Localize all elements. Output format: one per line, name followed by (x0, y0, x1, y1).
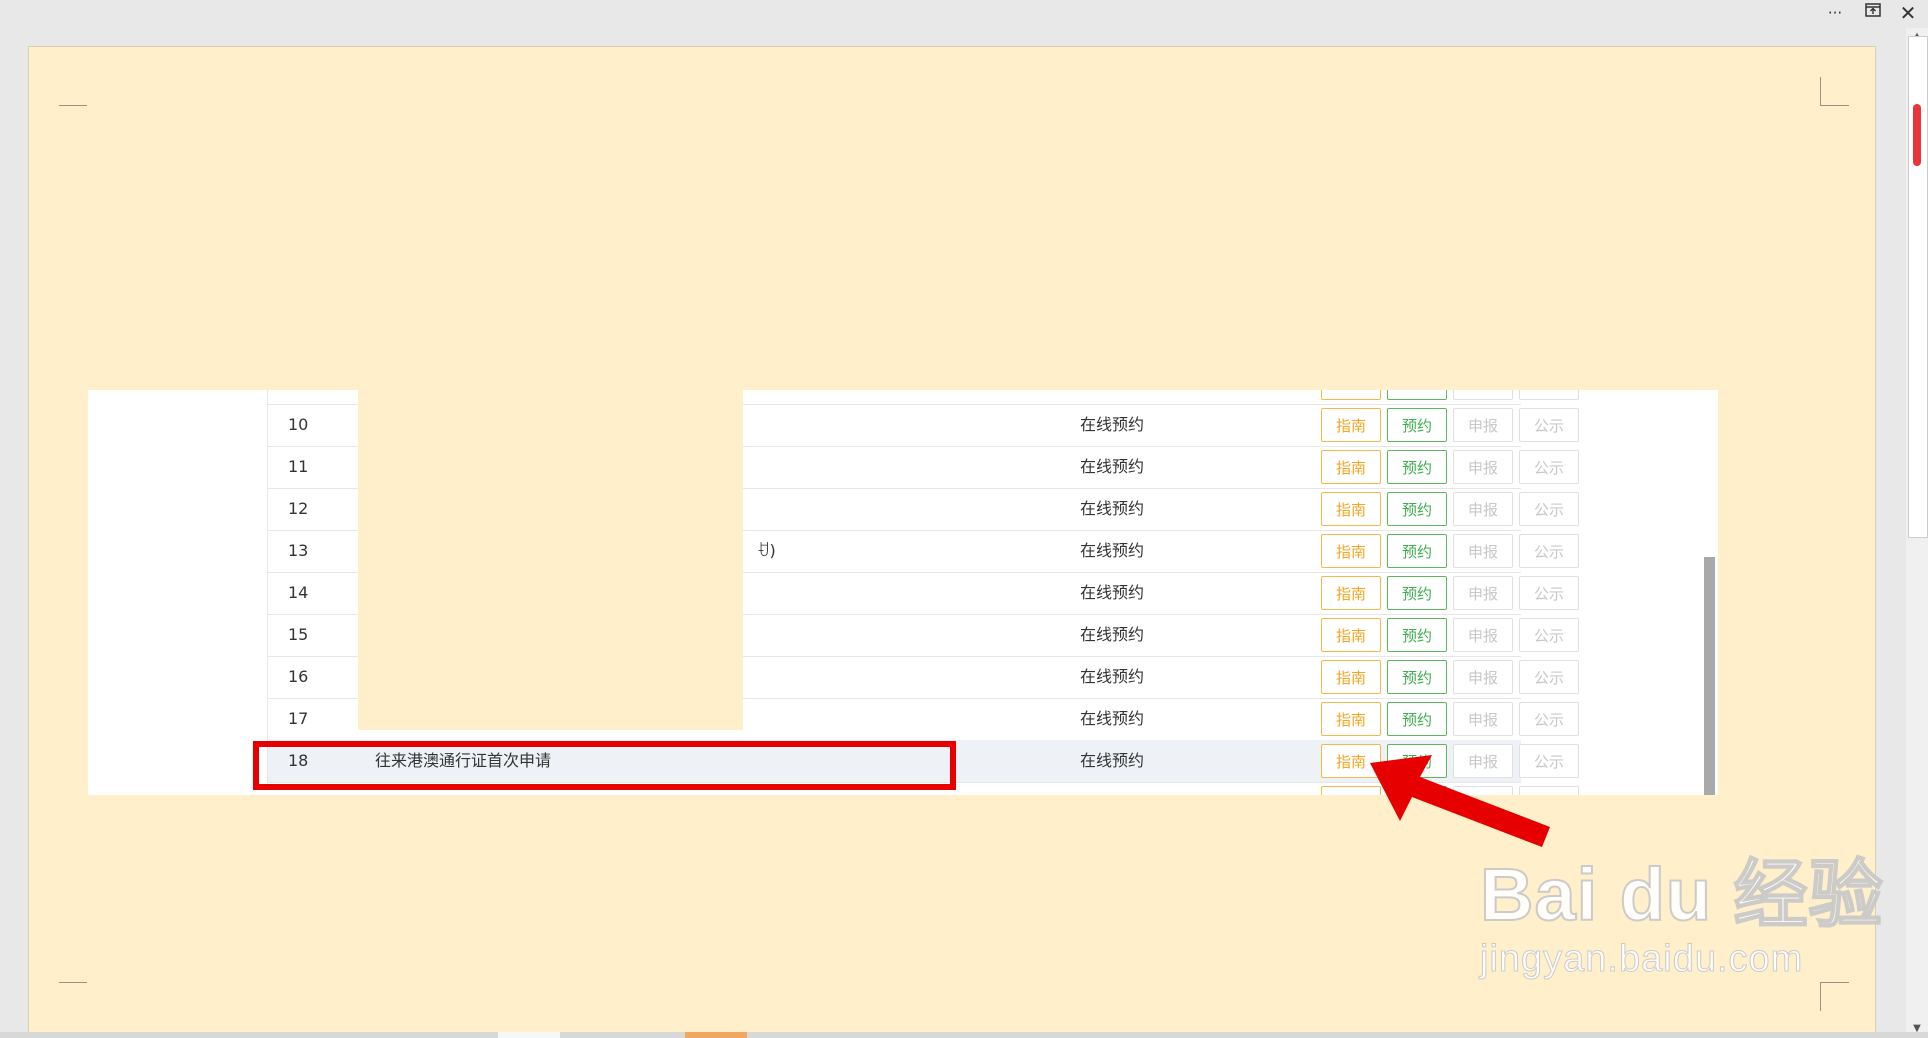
publicity-button: 公示 (1519, 576, 1579, 610)
inner-scrollbar-thumb[interactable] (1704, 557, 1715, 795)
book-button[interactable] (1387, 390, 1447, 400)
publicity-button: 公示 (1519, 534, 1579, 568)
row-number: 14 (267, 572, 355, 614)
row-status: 在线预约 (1079, 583, 1144, 602)
declare-button: 申报 (1453, 618, 1513, 652)
window-titlebar: ··· ✕ (0, 0, 1928, 46)
declare-button: 申报 (1453, 492, 1513, 526)
row-name: ꀀ) (757, 541, 776, 560)
guide-button[interactable]: 指南 (1321, 492, 1381, 526)
guide-button[interactable]: 指南 (1321, 576, 1381, 610)
hscroll-segment-active (685, 1032, 747, 1038)
publicity-button: 公示 (1519, 408, 1579, 442)
guide-button[interactable]: 指南 (1321, 702, 1381, 736)
book-button[interactable]: 预约 (1387, 702, 1447, 736)
declare-button: 申报 (1453, 576, 1513, 610)
redaction-mask (358, 390, 743, 730)
declare-button: 申报 (1453, 450, 1513, 484)
declare-button: 申报 (1453, 660, 1513, 694)
publicity-button: 公示 (1519, 492, 1579, 526)
guide-button[interactable]: 指南 (1321, 408, 1381, 442)
row-status: 在线预约 (1079, 625, 1144, 644)
row-status: 在线预约 (1079, 751, 1144, 770)
row-status: 在线预约 (1079, 709, 1144, 728)
scroll-position-marker (1913, 104, 1921, 166)
guide-button[interactable]: 指南 (1321, 450, 1381, 484)
row-number: 17 (267, 698, 355, 740)
row-number (267, 390, 355, 404)
declare-button (1453, 390, 1513, 400)
row-status: 在线预约 (1079, 541, 1144, 560)
row-status: 在线预约 (1079, 499, 1144, 518)
declare-button: 申报 (1453, 702, 1513, 736)
row-number: 13 (267, 530, 355, 572)
watermark-logo: Bai du 经验 (1479, 852, 1884, 937)
book-button[interactable]: 预约 (1387, 492, 1447, 526)
declare-button: 申报 (1453, 408, 1513, 442)
horizontal-scrollbar[interactable] (0, 1032, 1928, 1038)
book-button[interactable]: 预约 (1387, 408, 1447, 442)
book-button[interactable]: 预约 (1387, 534, 1447, 568)
publicity-button: 公示 (1519, 660, 1579, 694)
page-corner-mark (1820, 982, 1849, 1011)
row-status: 在线预约 (1079, 415, 1144, 434)
more-icon[interactable]: ··· (1820, 2, 1850, 24)
restore-icon[interactable] (1858, 2, 1888, 24)
row-number: 10 (267, 404, 355, 446)
row-number: 16 (267, 656, 355, 698)
publicity-button: 公示 (1519, 702, 1579, 736)
row-number: 15 (267, 614, 355, 656)
page-corner-mark (1820, 77, 1849, 106)
hscroll-segment (498, 1032, 560, 1038)
row-status: 在线预约 (1079, 457, 1144, 476)
guide-button[interactable]: 指南 (1321, 660, 1381, 694)
publicity-button: 公示 (1519, 618, 1579, 652)
publicity-button: 公示 (1519, 450, 1579, 484)
guide-button[interactable] (1321, 390, 1381, 400)
row-status: 在线预约 (1079, 667, 1144, 686)
watermark-url: jingyan.baidu.com (1480, 938, 1804, 981)
book-button[interactable]: 预约 (1387, 660, 1447, 694)
page-corner-mark (59, 982, 87, 983)
guide-button[interactable]: 指南 (1321, 618, 1381, 652)
baidu-jingyan-watermark: Bai du 经验 jingyan.baidu.com (1479, 835, 1884, 981)
row-number: 12 (267, 488, 355, 530)
embedded-screenshot: 10 在线预约 指南 预约 申报 公示 11 在线预约 指南 预约 申报 公示 … (88, 390, 1718, 795)
guide-button[interactable]: 指南 (1321, 534, 1381, 568)
page-corner-mark (59, 105, 87, 106)
book-button[interactable]: 预约 (1387, 618, 1447, 652)
close-icon[interactable]: ✕ (1893, 2, 1923, 24)
row-status (1047, 390, 1177, 404)
publicity-button (1519, 390, 1579, 400)
window-scrollbar[interactable]: ▲ ▼ (1906, 28, 1928, 1038)
declare-button: 申报 (1453, 534, 1513, 568)
highlight-box (253, 741, 956, 790)
book-button[interactable]: 预约 (1387, 576, 1447, 610)
book-button[interactable]: 预约 (1387, 450, 1447, 484)
row-number: 11 (267, 446, 355, 488)
